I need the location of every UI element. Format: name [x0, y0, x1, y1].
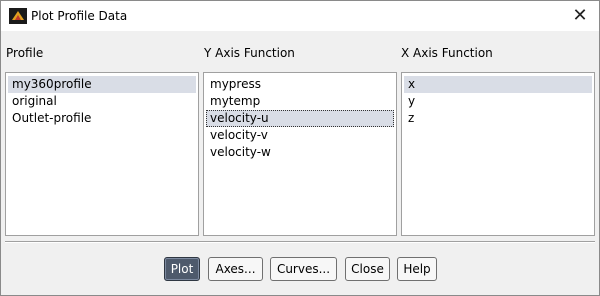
close-button[interactable]: Close [345, 257, 390, 281]
profile-item-original[interactable]: original [8, 93, 196, 110]
title-bar: Plot Profile Data ✕ [1, 1, 599, 31]
profile-label: Profile [6, 46, 44, 60]
y-axis-item-velocity-u[interactable]: velocity-u [206, 110, 394, 127]
y-axis-item-mypress[interactable]: mypress [206, 76, 394, 93]
y-axis-listbox[interactable]: mypress mytemp velocity-u velocity-v vel… [203, 72, 397, 236]
dialog-title: Plot Profile Data [31, 9, 128, 23]
y-axis-item-mytemp[interactable]: mytemp [206, 93, 394, 110]
button-separator [5, 241, 595, 243]
plot-profile-data-dialog: Plot Profile Data ✕ Profile my360profile… [0, 0, 600, 296]
x-axis-listbox[interactable]: x y z [401, 72, 595, 236]
y-axis-item-velocity-v[interactable]: velocity-v [206, 127, 394, 144]
plot-button[interactable]: Plot [164, 257, 200, 281]
axes-button[interactable]: Axes... [208, 257, 263, 281]
profile-item-outlet-profile[interactable]: Outlet-profile [8, 110, 196, 127]
profile-item-my360profile[interactable]: my360profile [8, 76, 196, 93]
close-icon[interactable]: ✕ [569, 5, 591, 27]
x-axis-label: X Axis Function [401, 46, 493, 60]
x-axis-item-x[interactable]: x [404, 76, 592, 93]
curves-button[interactable]: Curves... [270, 257, 337, 281]
help-button[interactable]: Help [397, 257, 437, 281]
y-axis-item-velocity-w[interactable]: velocity-w [206, 144, 394, 161]
y-axis-label: Y Axis Function [204, 46, 295, 60]
fluent-app-icon [9, 8, 27, 24]
x-axis-item-z[interactable]: z [404, 110, 592, 127]
profile-listbox[interactable]: my360profile original Outlet-profile [5, 72, 199, 236]
x-axis-item-y[interactable]: y [404, 93, 592, 110]
